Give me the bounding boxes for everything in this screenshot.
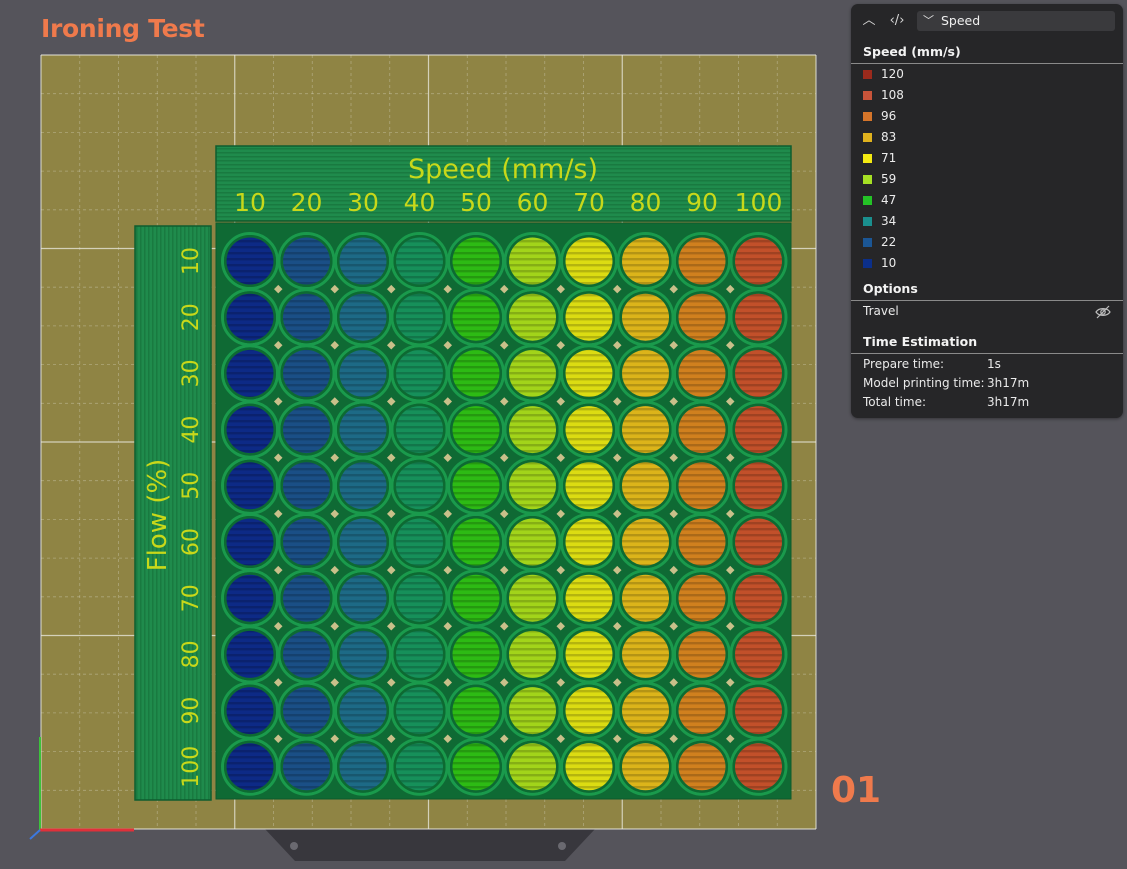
legend-swatch <box>863 196 872 205</box>
time-value: 3h17m <box>987 376 1030 390</box>
legend-swatch <box>863 70 872 79</box>
legend-swatch <box>863 217 872 226</box>
legend-item-label: 96 <box>881 109 897 123</box>
plate-bracket <box>265 829 595 861</box>
legend-swatch <box>863 154 872 163</box>
legend-item-label: 108 <box>881 88 904 102</box>
legend-swatch <box>863 238 872 247</box>
collapse-icon[interactable]: ︿ <box>859 11 879 31</box>
divider <box>851 353 1123 354</box>
legend-item-label: 120 <box>881 67 904 81</box>
time-key: Model printing time: <box>863 376 985 390</box>
legend-item-label: 47 <box>881 193 897 207</box>
option-travel[interactable]: Travel <box>863 304 1111 322</box>
build-plate[interactable] <box>41 55 816 829</box>
divider <box>851 63 1123 64</box>
view-type-select[interactable]: ﹀ Speed <box>917 11 1115 31</box>
divider <box>851 300 1123 301</box>
legend-item-label: 71 <box>881 151 897 165</box>
option-travel-label: Travel <box>863 304 899 318</box>
plate-title: Ironing Test <box>41 14 205 43</box>
legend-swatch <box>863 133 872 142</box>
time-estimation-title: Time Estimation <box>863 334 978 349</box>
time-key: Prepare time: <box>863 357 945 371</box>
speed-legend-title: Speed (mm/s) <box>863 44 961 59</box>
eye-off-icon[interactable] <box>1095 304 1111 320</box>
chevron-down-icon: ﹀ <box>923 14 934 27</box>
code-view-icon[interactable]: ‹/› <box>887 11 907 31</box>
time-key: Total time: <box>863 395 926 409</box>
legend-item-label: 34 <box>881 214 897 228</box>
legend-toolbar: ︿ ‹/› ﹀ Speed <box>859 11 1115 31</box>
legend-item-label: 59 <box>881 172 897 186</box>
legend-item-label: 10 <box>881 256 897 270</box>
legend-item-label: 83 <box>881 130 897 144</box>
z-axis <box>29 829 41 840</box>
options-title: Options <box>863 281 918 296</box>
plate-number: 01 <box>831 770 882 811</box>
legend-swatch <box>863 259 872 268</box>
legend-swatch <box>863 175 872 184</box>
legend-panel: ︿ ‹/› ﹀ Speed Speed (mm/s) 120 108 96 83 71 5… <box>851 4 1123 418</box>
legend-item-label: 22 <box>881 235 897 249</box>
legend-swatch <box>863 91 872 100</box>
axes-gizmo <box>29 737 134 840</box>
time-value: 1s <box>987 357 1001 371</box>
time-value: 3h17m <box>987 395 1030 409</box>
legend-swatch <box>863 112 872 121</box>
view-type-value: Speed <box>941 13 981 28</box>
